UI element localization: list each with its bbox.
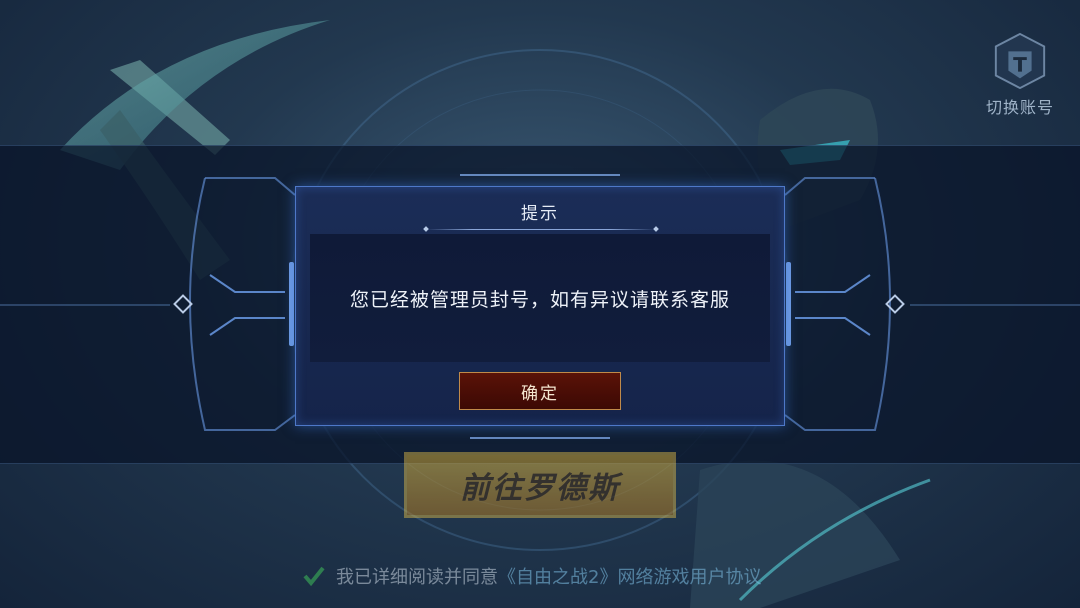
title-divider bbox=[426, 229, 656, 230]
message-panel: 您已经被管理员封号，如有异议请联系客服 bbox=[310, 234, 770, 362]
dialog-title: 提示 bbox=[521, 204, 559, 224]
dialog-message: 您已经被管理员封号，如有异议请联系客服 bbox=[349, 288, 730, 311]
notice-dialog: 提示 您已经被管理员封号，如有异议请联系客服 确定 bbox=[295, 186, 785, 426]
confirm-label: 确定 bbox=[521, 383, 559, 404]
confirm-button[interactable]: 确定 bbox=[459, 372, 621, 410]
